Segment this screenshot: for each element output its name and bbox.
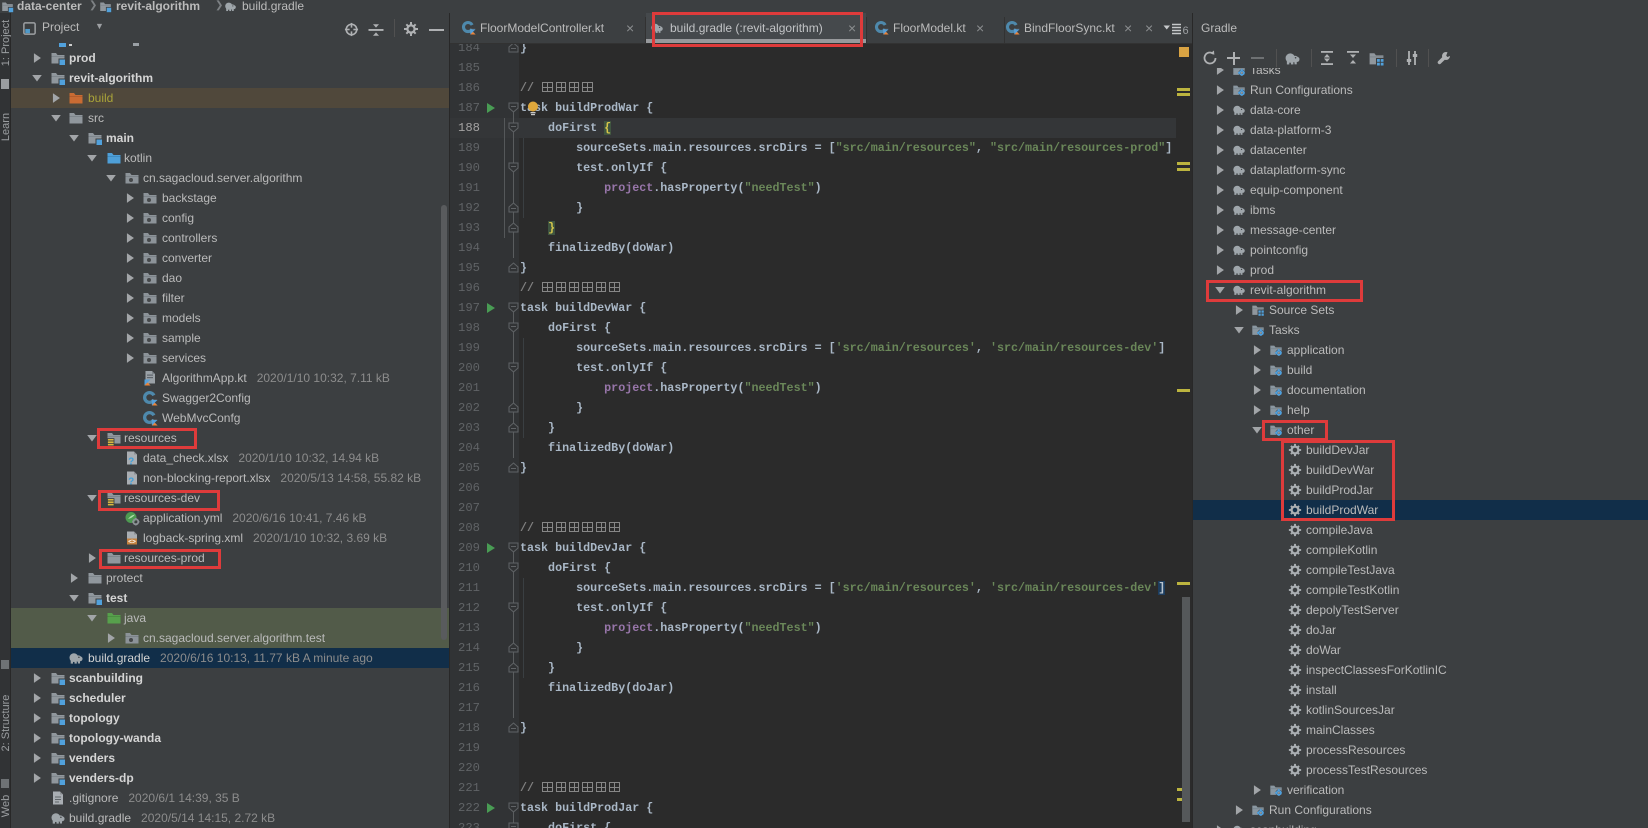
svg-text:6: 6 <box>1183 25 1189 36</box>
